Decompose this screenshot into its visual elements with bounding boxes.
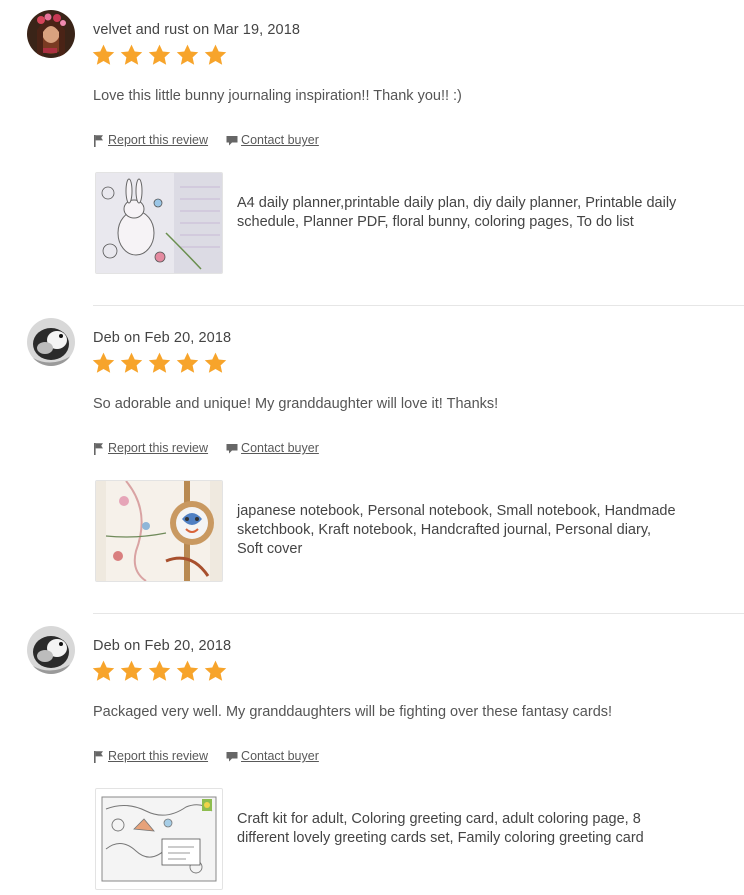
- star-icon: [148, 352, 171, 373]
- listing-image: [96, 481, 222, 581]
- report-review-link[interactable]: Report this review: [93, 133, 208, 147]
- review-byline: Deb on Feb 20, 2018: [93, 330, 232, 346]
- review-text: Packaged very well. My granddaughters wi…: [93, 704, 613, 720]
- reviewer-avatar[interactable]: [27, 10, 75, 58]
- reviewer-avatar[interactable]: [27, 318, 75, 366]
- listing-card[interactable]: Craft kit for adult, Coloring greeting c…: [95, 788, 677, 890]
- contact-buyer-link[interactable]: Contact buyer: [226, 749, 319, 763]
- report-review-label: Report this review: [108, 749, 209, 763]
- message-icon: [226, 751, 238, 761]
- listing-thumbnail[interactable]: [95, 172, 223, 274]
- star-icon: [204, 44, 227, 65]
- flag-icon: [94, 442, 103, 455]
- review-item: velvet and rust on Mar 19, 2018 Love thi…: [0, 10, 744, 306]
- review-item: Deb on Feb 20, 2018 Packaged very well. …: [0, 626, 744, 895]
- reviewer-avatar[interactable]: [27, 626, 75, 674]
- review-actions: Report this review Contact buyer: [93, 133, 319, 147]
- star-icon: [92, 352, 115, 373]
- listing-image: [96, 173, 222, 273]
- review-byline: velvet and rust on Mar 19, 2018: [93, 22, 301, 38]
- report-review-label: Report this review: [108, 441, 209, 455]
- star-icon: [176, 352, 199, 373]
- listing-card[interactable]: japanese notebook, Personal notebook, Sm…: [95, 480, 677, 582]
- star-icon: [120, 44, 143, 65]
- star-icon: [120, 660, 143, 681]
- listing-title[interactable]: japanese notebook, Personal notebook, Sm…: [237, 502, 677, 559]
- listing-title[interactable]: Craft kit for adult, Coloring greeting c…: [237, 810, 677, 848]
- star-rating: [91, 659, 228, 684]
- contact-buyer-label: Contact buyer: [241, 441, 319, 455]
- contact-buyer-label: Contact buyer: [241, 133, 319, 147]
- review-divider: [93, 305, 744, 306]
- flag-icon: [94, 134, 103, 147]
- review-byline: Deb on Feb 20, 2018: [93, 638, 232, 654]
- report-review-link[interactable]: Report this review: [93, 441, 208, 455]
- star-icon: [92, 44, 115, 65]
- star-icon: [176, 44, 199, 65]
- contact-buyer-link[interactable]: Contact buyer: [226, 133, 319, 147]
- star-icon: [148, 660, 171, 681]
- review-text: So adorable and unique! My granddaughter…: [93, 396, 499, 412]
- review-text: Love this little bunny journaling inspir…: [93, 88, 462, 104]
- contact-buyer-link[interactable]: Contact buyer: [226, 441, 319, 455]
- star-icon: [120, 352, 143, 373]
- message-icon: [226, 135, 238, 145]
- message-icon: [226, 443, 238, 453]
- avatar-image: [27, 318, 75, 366]
- star-icon: [148, 44, 171, 65]
- review-item: Deb on Feb 20, 2018 So adorable and uniq…: [0, 318, 744, 614]
- star-icon: [204, 660, 227, 681]
- listing-card[interactable]: A4 daily planner,printable daily plan, d…: [95, 172, 677, 274]
- review-actions: Report this review Contact buyer: [93, 749, 319, 763]
- star-icon: [176, 660, 199, 681]
- star-icon: [92, 660, 115, 681]
- star-rating: [91, 43, 228, 68]
- star-icon: [204, 352, 227, 373]
- report-review-label: Report this review: [108, 133, 209, 147]
- review-actions: Report this review Contact buyer: [93, 441, 319, 455]
- flag-icon: [94, 750, 103, 763]
- star-rating: [91, 351, 228, 376]
- listing-image: [96, 789, 222, 889]
- review-divider: [93, 613, 744, 614]
- avatar-image: [27, 10, 75, 58]
- contact-buyer-label: Contact buyer: [241, 749, 319, 763]
- avatar-image: [27, 626, 75, 674]
- listing-thumbnail[interactable]: [95, 480, 223, 582]
- listing-thumbnail[interactable]: [95, 788, 223, 890]
- report-review-link[interactable]: Report this review: [93, 749, 208, 763]
- listing-title[interactable]: A4 daily planner,printable daily plan, d…: [237, 194, 677, 232]
